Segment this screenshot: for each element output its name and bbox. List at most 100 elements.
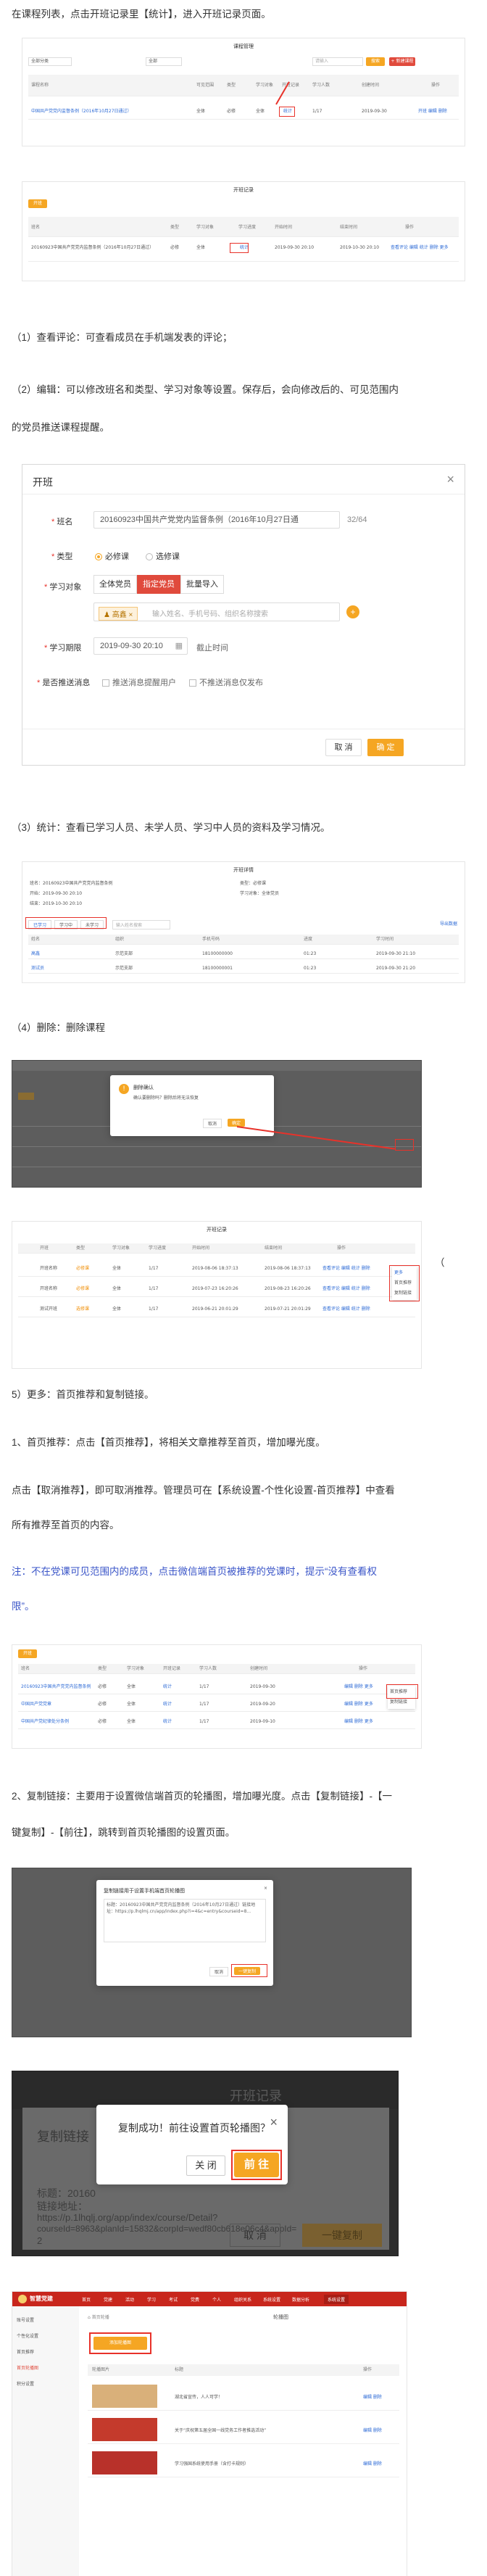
close-icon[interactable]: × <box>270 2115 278 2130</box>
note-text-2: 限”。 <box>12 1601 35 1612</box>
user-icon: ♟ <box>104 611 112 619</box>
success-title: 复制成功！前往设置首页轮播图？ <box>118 2122 270 2134</box>
edit-text-2: 的党员推送课程提醒。 <box>12 422 109 433</box>
type-elective-radio[interactable]: 选修课 <box>146 550 180 562</box>
date-label: * 学习期限 <box>44 644 82 653</box>
carousel-table-header: 轮播图片 标题 操作 <box>88 2364 399 2376</box>
copy-success-modal: 复制成功！前往设置首页轮播图？ × 关 闭 前 往 <box>96 2105 288 2184</box>
export-link[interactable]: 导出数据 <box>440 920 457 927</box>
nav-item[interactable]: 数据分析 <box>292 2296 309 2303</box>
edit-text-1: （2）编辑：可以修改班名和类型、学习对象等设置。保存后，会向修改后的、可见范围内 <box>12 384 399 395</box>
copy-success-screenshot: 开班记录 复制链接 标题：20160 链接地址： https://p.1lhql… <box>12 2071 399 2256</box>
link-textarea[interactable]: 标题：20160923中国共产党党内监督条例（2016年10月27日通过）链接地… <box>104 1899 266 1942</box>
person-tag[interactable]: ♟ 高鑫 × <box>99 607 138 621</box>
type-select[interactable]: 全部 <box>146 57 182 66</box>
close-icon[interactable]: × <box>446 472 454 487</box>
add-person-icon[interactable]: + <box>346 605 359 618</box>
highlight-box <box>231 2150 282 2180</box>
view-comments-text: （1）查看评论：可查看成员在手机端发表的评论； <box>12 332 233 343</box>
top-nav: 智慧党建 首页 党建 活动 学习 考试 党费 个人 组织关系 系统设置 数据分析… <box>12 2292 407 2306</box>
name-label: * 班名 <box>51 518 73 526</box>
carousel-settings-screenshot: 智慧党建 首页 党建 活动 学习 考试 党费 个人 组织关系 系统设置 数据分析… <box>12 2291 407 2576</box>
open-class-button[interactable]: 开班 <box>18 1649 37 1658</box>
name-count: 32/64 <box>347 515 367 524</box>
open-class-dialog: 开班 × * 班名 20160923中国共产党党内监督条例（2016年10月27… <box>22 464 465 766</box>
highlight-box <box>231 1964 267 1977</box>
recommend-text: 1、首页推荐：点击【首页推荐】，将相关文章推荐至首页，增加曝光度。 <box>12 1437 325 1448</box>
nav-item[interactable]: 系统设置 <box>263 2296 280 2303</box>
open-paren: （ <box>435 1257 445 1268</box>
cancel-recommend-text-2: 所有推荐至首页的内容。 <box>12 1520 120 1531</box>
target-specific-tab[interactable]: 指定党员 <box>137 575 180 594</box>
nav-item-active[interactable]: 系统设置 <box>324 2295 349 2304</box>
name-input[interactable]: 20160923中国共产党党内监督条例（2016年10月27日通 <box>93 511 340 529</box>
cancel-button[interactable]: 取 消 <box>325 739 362 756</box>
table-row: 测试开班 选修课 全体 1/17 2019-06-21 20:01:29 201… <box>18 1301 415 1317</box>
record-table-header: 班名 类型 学习对象 学习进度 开始时间 结束时间 操作 <box>28 217 459 237</box>
sidebar: 账号设置 个性化设置 首页推荐 首页轮播图 积分设置 <box>12 2306 79 2576</box>
intro-text: 在课程列表，点击开班记录里【统计】，进入开班记录页面。 <box>12 9 271 20</box>
table-row: 关于“庆祝第五届全国一线党务工作者推选活动” 编辑 删除 <box>88 2415 399 2444</box>
date-input[interactable]: 2019-09-30 20:10 ▦ <box>93 637 188 655</box>
confirm-button[interactable]: 确定 <box>228 1119 246 1127</box>
stats-search-input[interactable]: 输入姓名搜索 <box>112 920 170 929</box>
highlight-box <box>279 107 295 117</box>
course-table-header: 班名 类型 学习对象 开班记录 学习人数 创建时间 操作 <box>18 1664 415 1674</box>
stats-text: （3）统计：查看已学习人员、未学人员、学习中人员的资料及学习情况。 <box>12 822 330 833</box>
table-row: 高鑫 示范支部 18100000000 01:23 2019-09-30 21:… <box>28 949 459 959</box>
target-all-tab[interactable]: 全体党员 <box>93 575 137 594</box>
highlight-box <box>386 1684 418 1699</box>
class-record-screenshot: 开班记录 开班 班名 类型 学习对象 学习进度 开始时间 结束时间 操作 201… <box>22 181 465 281</box>
stats-table-header: 姓名 组织 手机号码 进度 学习时间 <box>28 935 459 945</box>
sidebar-item[interactable]: 首页推荐 <box>17 2348 34 2355</box>
nav-item[interactable]: 党建 <box>104 2296 112 2303</box>
search-button[interactable]: 搜索 <box>366 57 385 66</box>
table-row: 中国共产党党章 必修 全体 统计 1/17 2019-09-20 编辑 删除 更… <box>18 1697 415 1712</box>
table-row: 学习强国系统使用手册（含打卡规则） 编辑 删除 <box>88 2448 399 2477</box>
nav-item[interactable]: 首页 <box>82 2296 91 2303</box>
category-filter[interactable]: 全部分类 <box>28 57 72 66</box>
close-icon[interactable]: × <box>264 1886 267 1891</box>
sidebar-item[interactable]: 个性化设置 <box>17 2332 38 2339</box>
target-import-tab[interactable]: 批量导入 <box>180 575 224 594</box>
target-label: * 学习对象 <box>44 583 82 592</box>
highlight-box <box>25 917 107 929</box>
nav-item[interactable]: 党费 <box>191 2296 199 2303</box>
close-button[interactable]: 关 闭 <box>186 2155 225 2176</box>
table-row: 开班名称 必修课 全体 1/17 2019-08-06 18:37:13 201… <box>18 1261 415 1277</box>
class-record-title: 开班记录 <box>233 187 254 193</box>
open-class-button[interactable]: 开班 <box>28 199 47 208</box>
person-search[interactable]: 输入姓名、手机号码、组织名称搜索 <box>152 608 268 618</box>
table-row: 湖北省宣传，人人可学！ 编辑 删除 <box>88 2382 399 2411</box>
course-list-title: 课程管理 <box>233 44 254 49</box>
confirm-button[interactable]: 确 定 <box>367 739 404 756</box>
sidebar-item[interactable]: 积分设置 <box>17 2380 34 2387</box>
cancel-button[interactable]: 取消 <box>203 1119 222 1128</box>
panel-title: 轮播图 <box>273 2314 288 2320</box>
search-input[interactable]: 请输入 <box>312 57 363 66</box>
new-course-button[interactable]: + 新建课程 <box>389 57 415 66</box>
nav-item[interactable]: 学习 <box>147 2296 156 2303</box>
no-push-checkbox[interactable]: 不推送消息仅发布 <box>189 676 263 688</box>
highlight-box <box>230 243 249 253</box>
cancel-button[interactable]: 取消 <box>209 1967 229 1976</box>
push-notify-checkbox[interactable]: 推送消息提醒用户 <box>102 676 176 688</box>
nav-item[interactable]: 个人 <box>212 2296 221 2303</box>
delete-confirm-screenshot: ! 删除确认 确认要删除吗？删除后将无法恢复 取消 确定 <box>12 1060 422 1188</box>
person-picker[interactable]: ♟ 高鑫 × 输入姓名、手机号码、组织名称搜索 + <box>93 602 359 621</box>
cancel-recommend-text-1: 点击【取消推荐】，即可取消推荐。管理员可在【系统设置-个性化设置-首页推荐】中查… <box>12 1485 395 1496</box>
nav-item[interactable]: 考试 <box>169 2296 178 2303</box>
bg-copy-button: 一键复制 <box>302 2224 382 2247</box>
delete-text: （4）删除：删除课程 <box>12 1022 106 1033</box>
calendar-icon: ▦ <box>175 642 183 650</box>
sidebar-item-active[interactable]: 首页轮播图 <box>17 2364 38 2371</box>
breadcrumb: ⌂ 首页轮播 <box>88 2315 109 2320</box>
note-text-1: 注：不在党课可见范围内的成员，点击微信端首页被推荐的党课时，提示“没有查看权 <box>12 1566 377 1577</box>
nav-item[interactable]: 组织关系 <box>234 2296 251 2303</box>
copy-link-item[interactable]: 复制链接 <box>390 1697 413 1707</box>
sidebar-item[interactable]: 账号设置 <box>17 2316 34 2323</box>
nav-item[interactable]: 活动 <box>125 2296 134 2303</box>
copy-link-text-2: 键复制】-【前往】，跳转到首页轮播图的设置页面。 <box>12 1827 236 1838</box>
type-required-radio[interactable]: 必修课 <box>95 550 129 562</box>
class-stats-screenshot: 开班详情 班名：20160923中国共产党党内监督条例 开始：2019-09-3… <box>22 861 465 983</box>
